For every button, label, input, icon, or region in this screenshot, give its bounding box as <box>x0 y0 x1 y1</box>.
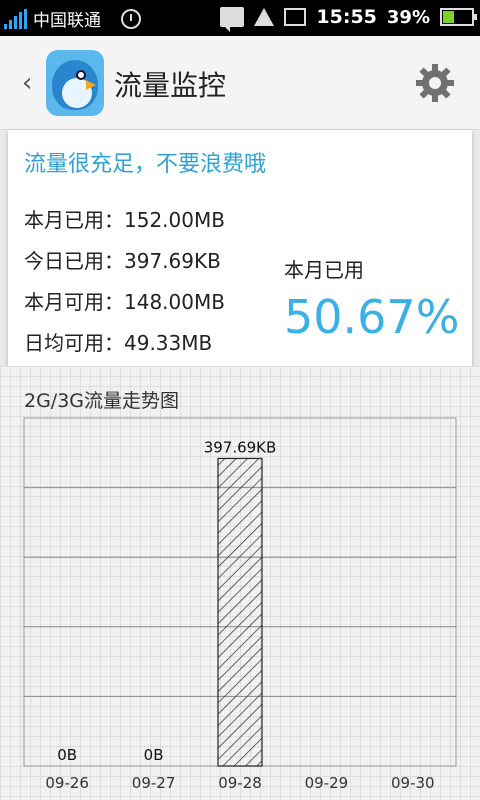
message-icon <box>220 7 245 32</box>
page-title: 流量监控 <box>114 69 227 102</box>
back-chevron-icon[interactable]: ‹ <box>22 68 32 98</box>
trend-bar-chart: 0B 0B 397.69KB 09-26 09-27 09-28 09-29 09-30 <box>23 417 457 792</box>
traffic-trend-chart: 2G/3G流量走势图 0B 0B 397.69KB 09-26 09-27 09-28 0… <box>0 366 480 800</box>
warning-icon <box>254 8 275 26</box>
x-tick-label: 09-26 <box>45 774 89 792</box>
signal-icon <box>4 8 27 29</box>
x-tick-label: 09-29 <box>305 774 349 792</box>
bar-09-28 <box>217 457 263 767</box>
battery-percent: 39% <box>386 6 430 28</box>
bar-value-label: 397.69KB <box>204 438 277 456</box>
month-used-stat: 本月已用：152.00MB <box>24 208 225 232</box>
image-icon <box>284 8 307 26</box>
used-percent-label: 本月已用 <box>284 258 364 282</box>
bar-value-label: 0B <box>57 746 77 764</box>
x-tick-label: 09-27 <box>132 774 176 792</box>
status-time: 15:55 <box>316 6 377 28</box>
app-header: ‹ 流量监控 <box>0 36 480 130</box>
bar-value-label: 0B <box>144 746 164 764</box>
status-bar: 中国联通 15:55 39% <box>0 0 480 36</box>
traffic-summary-card: 流量很充足，不要浪费哦 本月已用：152.00MB 今日已用：397.69KB … <box>8 130 472 366</box>
month-available-stat: 本月可用：148.00MB <box>24 290 225 314</box>
carrier-name: 中国联通 <box>33 11 101 31</box>
alarm-clock-icon <box>121 8 141 29</box>
used-percent-value: 50.67% <box>284 290 460 344</box>
today-used-stat: 今日已用：397.69KB <box>24 249 221 273</box>
gear-icon[interactable] <box>414 62 456 104</box>
battery-charging-icon <box>440 8 477 26</box>
app-logo <box>46 50 104 116</box>
x-tick-label: 09-30 <box>391 774 435 792</box>
daily-available-stat: 日均可用：49.33MB <box>24 331 213 355</box>
traffic-tip: 流量很充足，不要浪费哦 <box>24 152 267 177</box>
x-tick-label: 09-28 <box>218 774 262 792</box>
